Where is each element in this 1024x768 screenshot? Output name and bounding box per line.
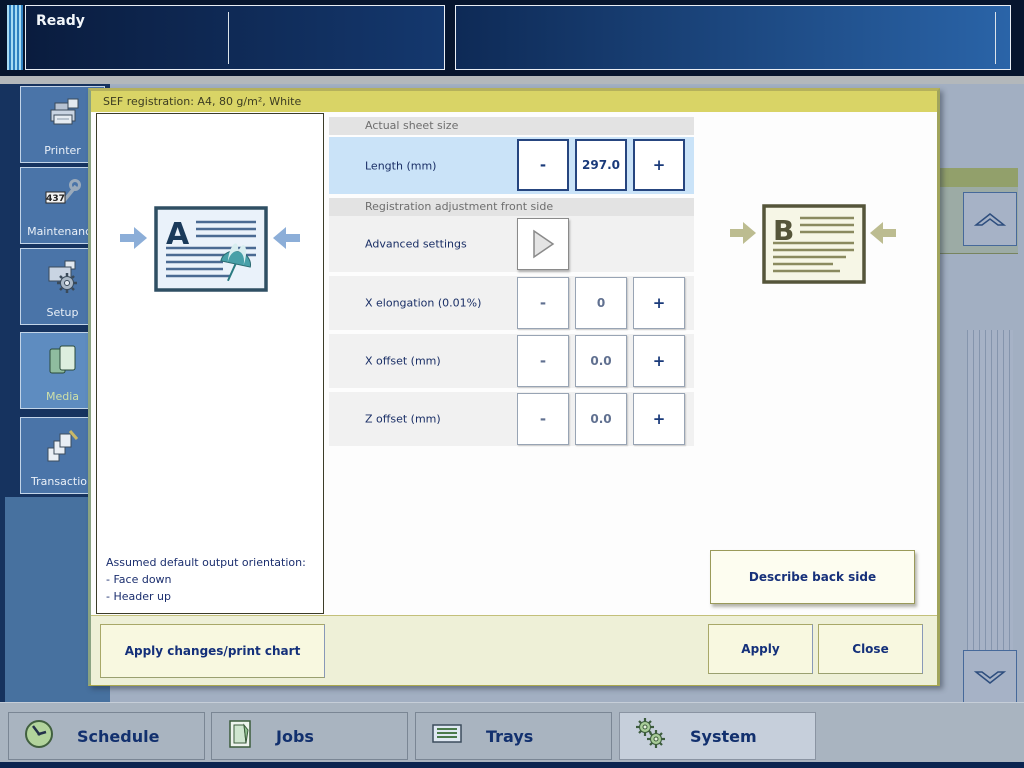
- note-line: - Face down: [106, 571, 306, 588]
- scroll-down-button[interactable]: [963, 650, 1017, 704]
- arrow-left-icon: [273, 227, 300, 249]
- secondary-status-panel: [455, 5, 1011, 70]
- sef-registration-dialog: SEF registration: A4, 80 g/m², White A: [88, 88, 940, 686]
- dialog-title: SEF registration: A4, 80 g/m², White: [91, 91, 937, 112]
- z-offset-label: Z offset (mm): [365, 413, 441, 426]
- back-sheet-figure: B: [728, 201, 898, 300]
- tab-schedule[interactable]: Schedule: [8, 712, 205, 760]
- sidebar-item-label: Media: [46, 390, 79, 403]
- apply-changes-print-chart-button[interactable]: Apply changes/print chart: [100, 624, 325, 678]
- background-fragment: [930, 168, 1018, 187]
- x-elongation-row: X elongation (0.01%) - 0 +: [329, 276, 694, 330]
- sidebar-item-label: Transaction: [31, 475, 94, 488]
- status-bar: Ready: [0, 0, 1024, 76]
- advanced-settings-button[interactable]: [517, 218, 569, 270]
- status-divider: [228, 12, 229, 64]
- tray-icon: [430, 720, 464, 752]
- tab-trays[interactable]: Trays: [415, 712, 612, 760]
- advanced-settings-label: Advanced settings: [365, 238, 467, 251]
- clock-icon: [23, 718, 55, 754]
- length-label: Length (mm): [365, 159, 436, 172]
- printer-status-panel: Ready: [25, 5, 445, 70]
- x-offset-label: X offset (mm): [365, 355, 441, 368]
- printer-icon: [44, 97, 82, 135]
- z-offset-decrement-button[interactable]: -: [517, 393, 569, 445]
- status-divider: [995, 12, 996, 64]
- note-line: - Header up: [106, 588, 306, 605]
- brand-stripes: [7, 5, 23, 70]
- x-elongation-decrement-button[interactable]: -: [517, 277, 569, 329]
- arrow-left-icon: [870, 222, 896, 244]
- x-offset-increment-button[interactable]: +: [633, 335, 685, 387]
- tab-label: Schedule: [77, 727, 159, 746]
- length-value-field[interactable]: 297.0: [575, 139, 627, 191]
- status-text: Ready: [36, 13, 85, 29]
- document-icon: [226, 718, 254, 754]
- z-offset-increment-button[interactable]: +: [633, 393, 685, 445]
- divider-strip: [0, 76, 1024, 84]
- note-line: Assumed default output orientation:: [106, 554, 306, 571]
- front-side-panel: A: [96, 113, 324, 614]
- describe-back-side-button[interactable]: Describe back side: [710, 550, 915, 604]
- play-icon: [530, 229, 556, 259]
- sidebar-item-label: Setup: [46, 306, 78, 319]
- length-row: Length (mm) - 297.0 +: [329, 137, 694, 194]
- tab-jobs[interactable]: Jobs: [211, 712, 408, 760]
- dialog-body: A: [91, 112, 937, 615]
- z-offset-row: Z offset (mm) - 0.0 +: [329, 392, 694, 446]
- transaction-pages-icon: [43, 428, 83, 468]
- tab-label: Trays: [486, 727, 533, 746]
- x-elongation-increment-button[interactable]: +: [633, 277, 685, 329]
- tab-label: Jobs: [276, 727, 314, 746]
- gears-icon: [634, 717, 668, 755]
- x-offset-row: X offset (mm) - 0.0 +: [329, 334, 694, 388]
- section-header-sheet-size: Actual sheet size: [329, 117, 694, 135]
- chevron-up-icon: [970, 210, 1010, 228]
- screen-bottom-edge: [0, 762, 1024, 768]
- close-button[interactable]: Close: [818, 624, 923, 674]
- chevron-down-icon: [970, 668, 1010, 686]
- svg-text:437: 437: [46, 194, 65, 204]
- media-sheets-icon: [45, 343, 81, 383]
- back-side-panel: B: [697, 113, 928, 614]
- advanced-settings-row: Advanced settings: [329, 216, 694, 272]
- taskbar: Schedule Jobs: [0, 702, 1024, 762]
- scroll-up-button[interactable]: [963, 192, 1017, 246]
- front-sheet-figure: A: [118, 202, 302, 306]
- counter-wrench-icon: 437: [43, 178, 83, 218]
- z-offset-value-field[interactable]: 0.0: [575, 393, 627, 445]
- tab-label: System: [690, 727, 757, 746]
- x-elongation-value-field[interactable]: 0: [575, 277, 627, 329]
- sidebar-item-label: Printer: [44, 144, 81, 157]
- x-elongation-label: X elongation (0.01%): [365, 297, 481, 310]
- tab-system[interactable]: System: [619, 712, 816, 760]
- printer-gear-icon: [43, 259, 83, 299]
- section-header-registration: Registration adjustment front side: [329, 198, 694, 216]
- x-offset-decrement-button[interactable]: -: [517, 335, 569, 387]
- length-increment-button[interactable]: +: [633, 139, 685, 191]
- x-offset-value-field[interactable]: 0.0: [575, 335, 627, 387]
- printer-controller-screen: Ready: [0, 0, 1024, 768]
- orientation-note: Assumed default output orientation: - Fa…: [106, 554, 306, 605]
- length-decrement-button[interactable]: -: [517, 139, 569, 191]
- arrow-right-icon: [730, 222, 756, 244]
- dialog-footer: Apply changes/print chart Apply Close: [91, 615, 937, 685]
- apply-button[interactable]: Apply: [708, 624, 813, 674]
- arrow-right-icon: [120, 227, 147, 249]
